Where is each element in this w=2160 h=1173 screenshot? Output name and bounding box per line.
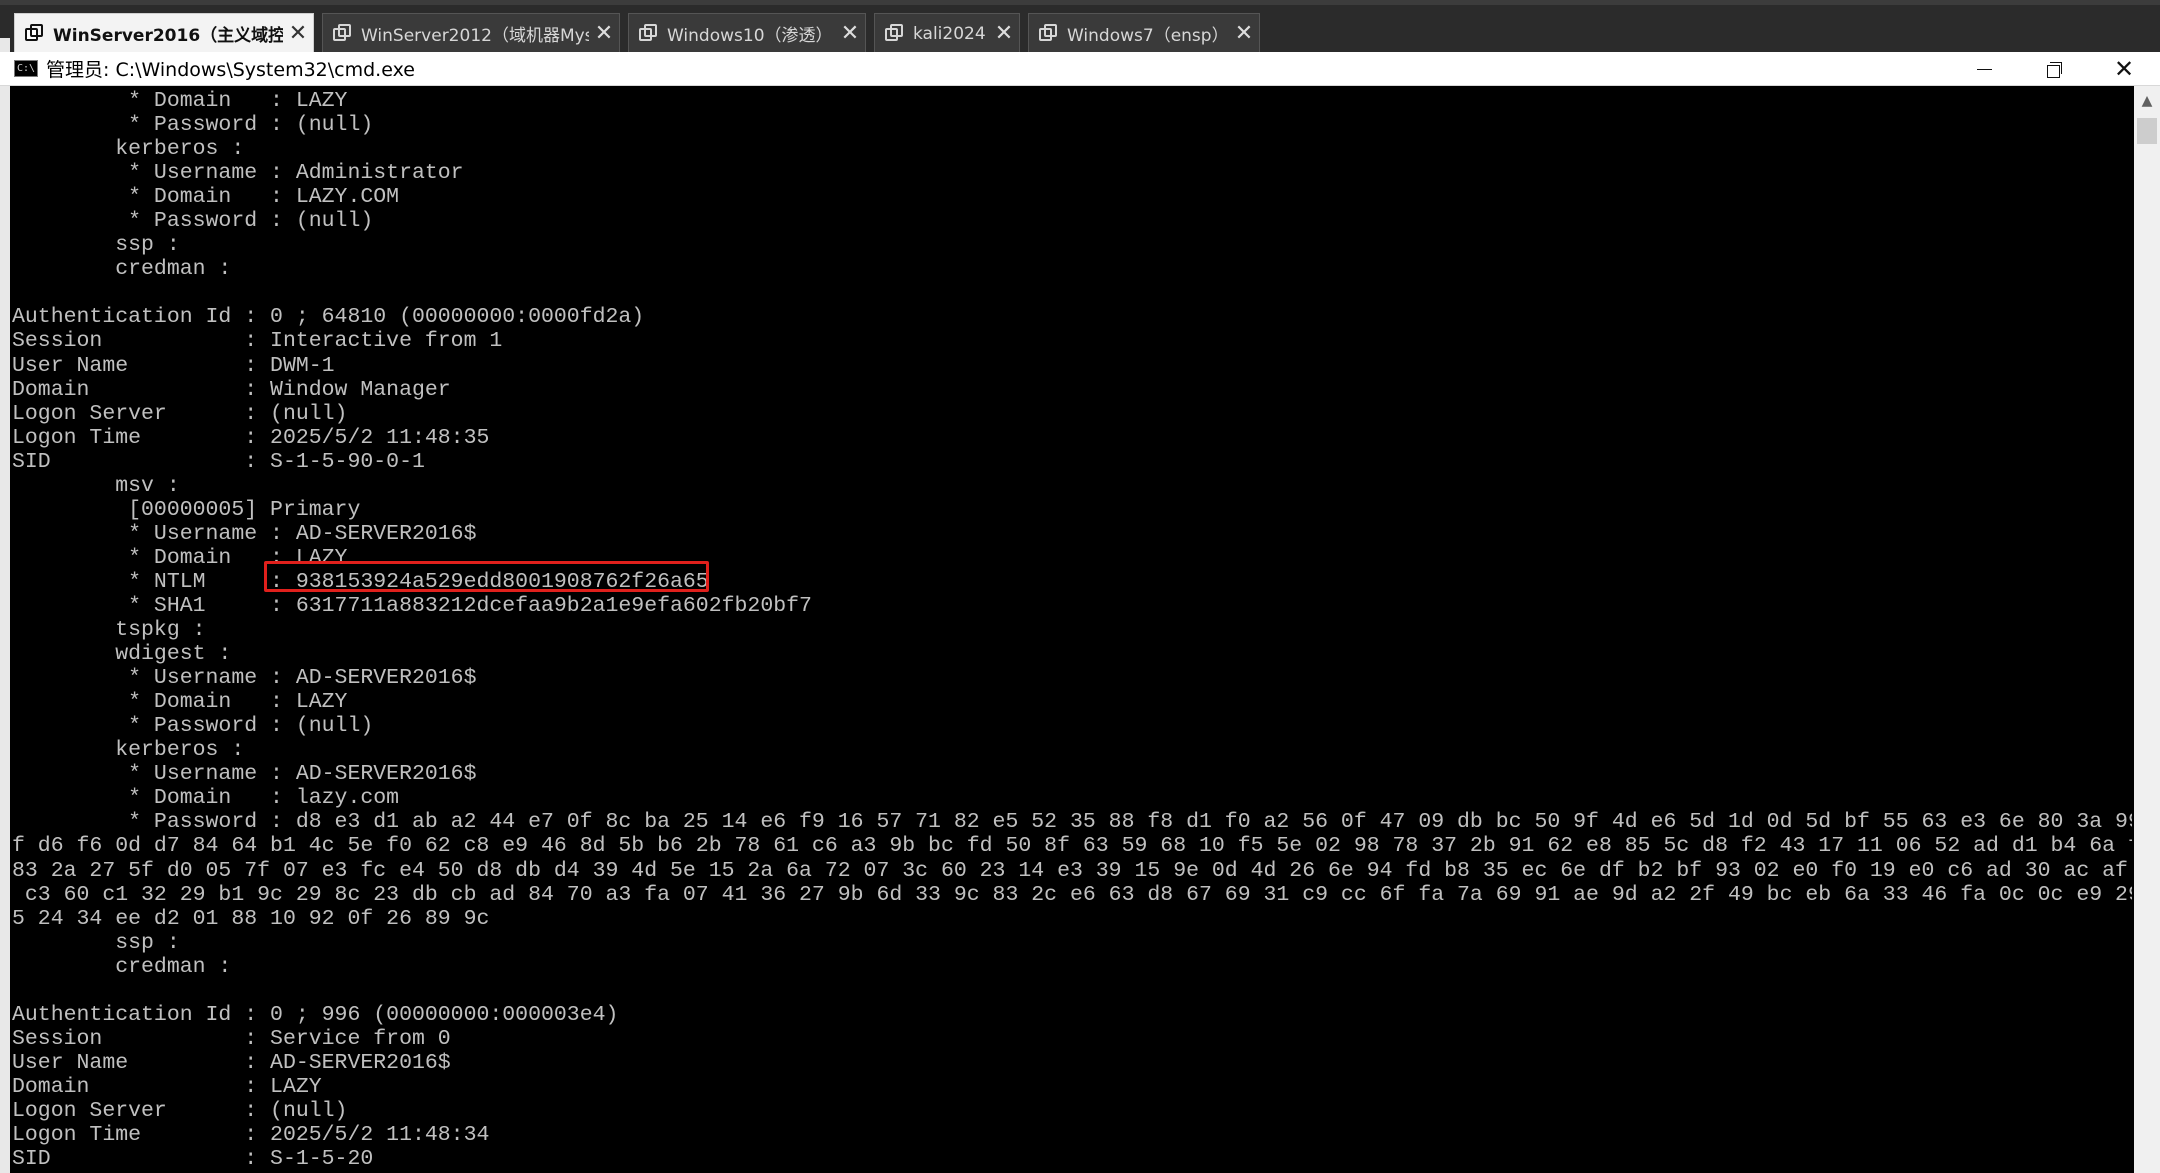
close-icon[interactable]: ✕ [835, 15, 865, 53]
restore-button[interactable] [2020, 52, 2088, 86]
console-line: SID : S-1-5-20 [12, 1147, 374, 1172]
console-line: ssp : [12, 233, 180, 258]
vm-sidebar-strip [0, 38, 10, 1173]
vm-tab-winserver2016[interactable]: WinServer2016（主义域控） ✕ [14, 13, 314, 53]
scroll-up-arrow-icon[interactable]: ▲ [2134, 86, 2160, 116]
console-line: credman : [12, 257, 232, 282]
console-line: c3 60 c1 32 29 b1 9c 29 8c 23 db cb ad 8… [12, 882, 2132, 907]
cmd-title-bar[interactable]: C:\ 管理员: C:\Windows\System32\cmd.exe ✕ [0, 52, 2160, 86]
console-line: Domain : Window Manager [12, 377, 451, 402]
console-line: Logon Server : (null) [12, 401, 348, 426]
console-line: * Password : (null) [12, 209, 374, 234]
minimize-button[interactable] [1950, 52, 2018, 86]
vm-tab-windows10[interactable]: Windows10（渗透） ✕ [628, 13, 866, 53]
window-title: 管理员: C:\Windows\System32\cmd.exe [46, 59, 415, 81]
console-line: Logon Time : 2025/5/2 11:48:34 [12, 1123, 490, 1148]
console-line: msv : [12, 473, 180, 498]
ntlm-hash-highlight-box [264, 561, 709, 592]
vm-icon [333, 23, 353, 44]
console-line: SID : S-1-5-90-0-1 [12, 449, 425, 474]
vm-tab-label: WinServer2012（域机器Mysql） [361, 26, 589, 46]
console-line: kerberos : [12, 137, 245, 162]
console-line: credman : [12, 954, 232, 979]
console-line: 5 24 34 ee d2 01 88 10 92 0f 26 89 9c [12, 906, 490, 931]
console-line: Authentication Id : 0 ; 64810 (00000000:… [12, 305, 645, 330]
console-line: 83 2a 27 5f d0 05 7f 07 e3 fc e4 50 d8 d… [12, 858, 2132, 883]
console-line: * Domain : lazy.com [12, 786, 400, 811]
console-line: * Domain : LAZY [12, 89, 348, 113]
vertical-scrollbar[interactable]: ▲ [2134, 86, 2160, 1173]
vm-tab-label: Windows10（渗透） [667, 26, 833, 46]
vm-icon [639, 23, 659, 44]
console-line: Session : Interactive from 1 [12, 329, 503, 354]
console-line: [00000005] Primary [12, 497, 361, 522]
console-line: * Domain : LAZY [12, 690, 348, 715]
console-line: Logon Time : 2025/5/2 11:48:35 [12, 425, 490, 450]
close-icon: ✕ [2113, 55, 2135, 83]
console-line: * Username : AD-SERVER2016$ [12, 666, 477, 691]
console-line: User Name : DWM-1 [12, 353, 335, 378]
console-line: * Username : Administrator [12, 161, 464, 186]
console-line: Authentication Id : 0 ; 996 (00000000:00… [12, 1002, 619, 1027]
close-icon[interactable]: ✕ [989, 15, 1019, 53]
vm-tab-label: kali2024 [913, 23, 986, 44]
close-icon[interactable]: ✕ [1229, 15, 1259, 53]
console-line: * Password : d8 e3 d1 ab a2 44 e7 0f 8c … [12, 810, 2132, 835]
console-line: * SHA1 : 6317711a883212dcefaa9b2a1e9efa6… [12, 593, 812, 618]
console-line: f d6 f6 0d d7 84 64 b1 4c 5e f0 62 c8 e9… [12, 834, 2132, 859]
vm-tab-label: WinServer2016（主义域控） [53, 26, 283, 46]
close-window-button[interactable]: ✕ [2090, 52, 2158, 86]
console-line: * Username : AD-SERVER2016$ [12, 521, 477, 546]
cmd-icon: C:\ [14, 60, 38, 77]
console-line: * Domain : LAZY.COM [12, 185, 400, 210]
console-line: * Username : AD-SERVER2016$ [12, 762, 477, 787]
console-line: Domain : LAZY [12, 1074, 322, 1099]
vm-tab-kali2024[interactable]: kali2024 ✕ [874, 13, 1020, 53]
minimize-icon [1976, 68, 1992, 70]
restore-icon [2046, 61, 2062, 78]
vm-tab-windows7[interactable]: Windows7（ensp） ✕ [1028, 13, 1260, 53]
console-line: User Name : AD-SERVER2016$ [12, 1050, 451, 1075]
vm-icon [1039, 23, 1059, 44]
console-line: Logon Server : (null) [12, 1098, 348, 1123]
console-lines: * Domain : LAZY * Password : (null) kerb… [12, 89, 2132, 1171]
vm-tab-bar: WinServer2016（主义域控） ✕ WinServer2012（域机器M… [0, 0, 2160, 53]
console-line: * Password : (null) [12, 113, 374, 138]
console-output[interactable]: * Domain : LAZY * Password : (null) kerb… [10, 86, 2134, 1173]
vm-icon [25, 23, 45, 44]
console-line: * Password : (null) [12, 714, 374, 739]
vm-tab-label: Windows7（ensp） [1067, 26, 1229, 46]
close-icon[interactable]: ✕ [589, 15, 619, 53]
console-line: Session : Service from 0 [12, 1026, 451, 1051]
vm-tab-winserver2012[interactable]: WinServer2012（域机器Mysql） ✕ [322, 13, 620, 53]
console-line: kerberos : [12, 738, 245, 763]
scroll-thumb[interactable] [2137, 118, 2157, 144]
console-line: wdigest : [12, 642, 232, 667]
console-line: tspkg : [12, 618, 206, 643]
vm-icon [885, 23, 905, 44]
close-icon[interactable]: ✕ [283, 15, 313, 53]
console-line: ssp : [12, 930, 180, 955]
